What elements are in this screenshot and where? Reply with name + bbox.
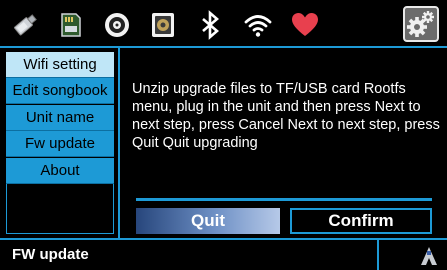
speaker-icon[interactable] [148,10,178,40]
bluetooth-icon[interactable] [195,10,225,40]
divider [377,240,379,270]
quit-button[interactable]: Quit [136,208,280,234]
settings-button[interactable] [403,6,439,42]
usb-drive-icon[interactable] [10,10,40,40]
menu-item-wifi-setting[interactable]: Wifi setting [6,52,114,78]
sd-card-icon[interactable] [55,10,85,40]
menu-item-about[interactable]: About [6,158,114,184]
gear-icon [407,11,434,37]
fw-update-panel: Unzip upgrade files to TF/USB card Rootf… [122,48,447,238]
status-bar [0,0,447,48]
menu-item-edit-songbook[interactable]: Edit songbook [6,78,114,104]
menu-item-fw-update[interactable]: Fw update [6,131,114,157]
menu-empty-area [6,184,114,234]
instructions-text: Unzip upgrade files to TF/USB card Rootf… [132,81,440,151]
disc-icon[interactable] [102,10,132,40]
bottom-bar: FW update [0,238,447,270]
person-icon[interactable] [420,246,438,266]
menu-item-unit-name[interactable]: Unit name [6,105,114,131]
divider [136,198,432,201]
heart-icon[interactable] [290,10,320,40]
wifi-icon[interactable] [243,10,273,40]
settings-menu: Wifi setting Edit songbook Unit name Fw … [0,48,120,238]
page-title: FW update [12,246,89,263]
confirm-button[interactable]: Confirm [290,208,432,234]
